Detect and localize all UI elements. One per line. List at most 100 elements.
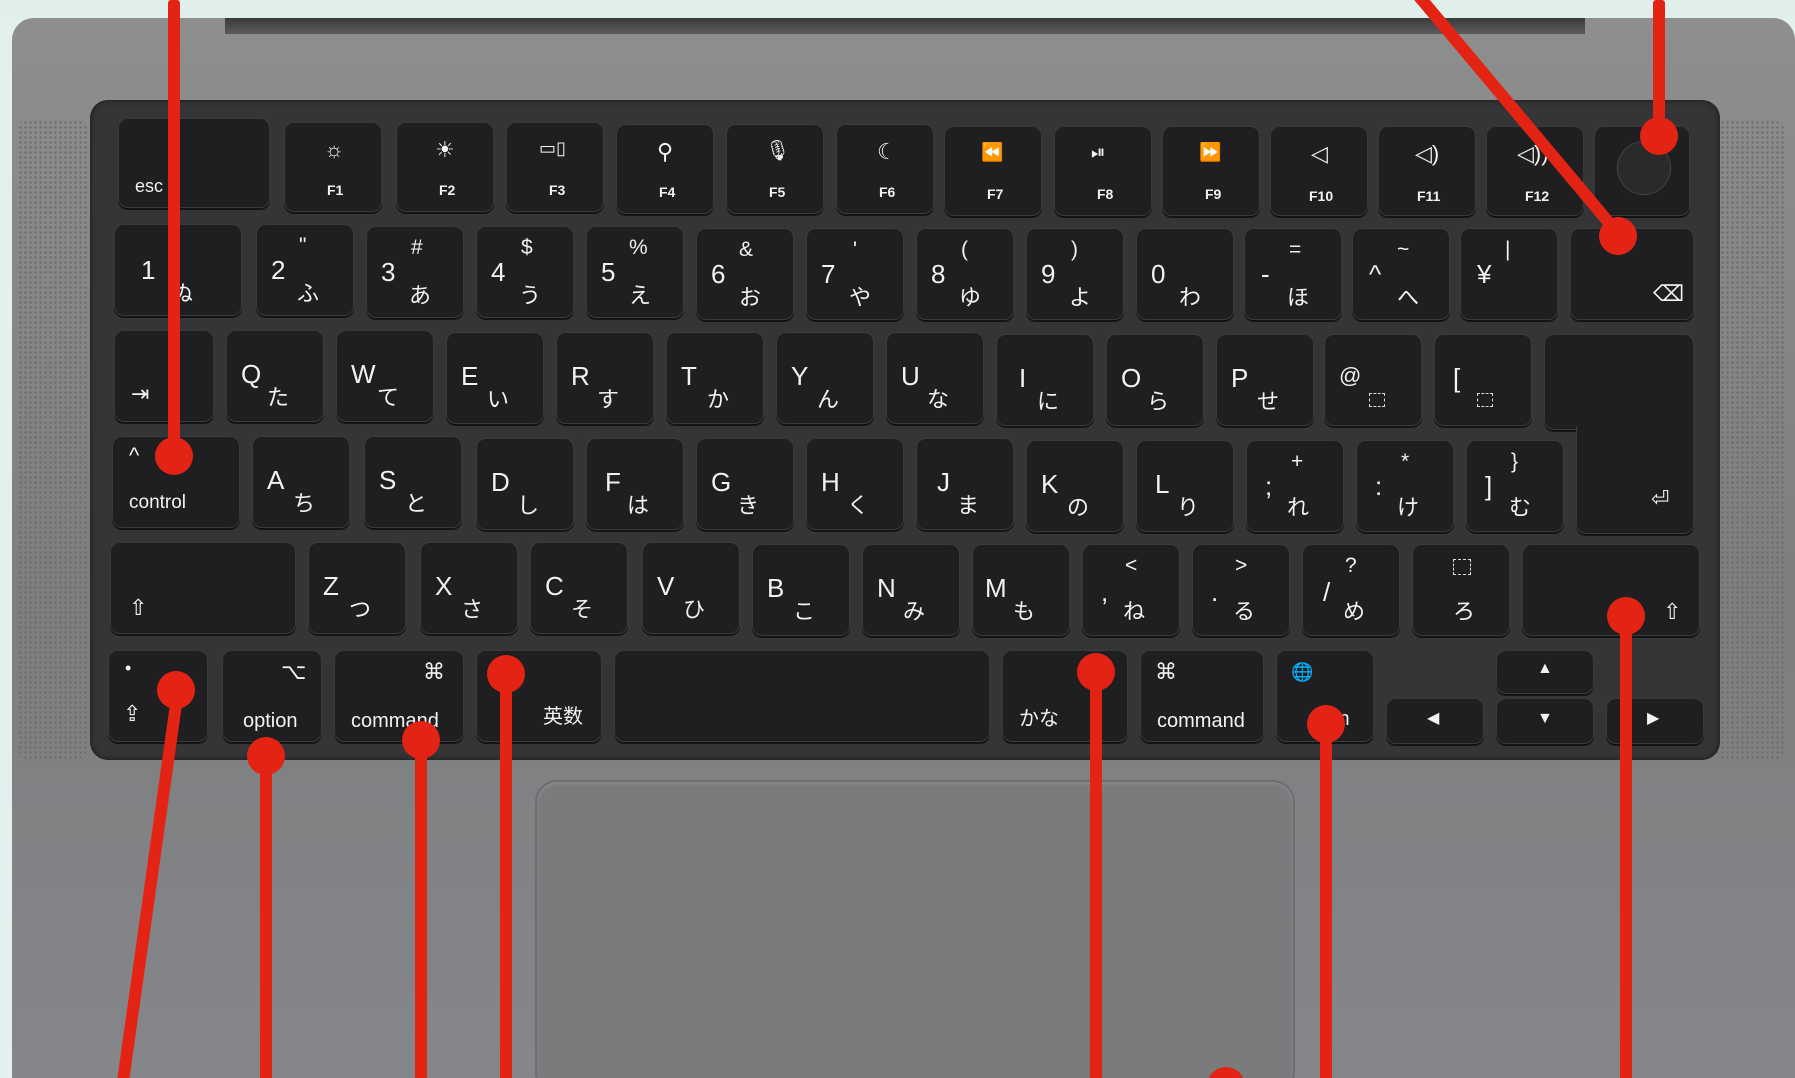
key-at[interactable]: @ [1324, 334, 1422, 426]
key-label: J [937, 467, 950, 497]
key-label: V [657, 571, 675, 601]
fast-forward-icon: ⏩ [1199, 142, 1222, 162]
key-esc[interactable]: esc [118, 118, 270, 208]
key-f9[interactable]: ⏩ F9 [1162, 126, 1260, 216]
key-slash[interactable]: ? / め [1302, 544, 1400, 636]
key-kana: わ [1179, 285, 1202, 310]
key-7[interactable]: ' 7 や [806, 228, 904, 320]
key-5[interactable]: % 5 え [586, 226, 684, 318]
key-i[interactable]: Iに [996, 334, 1094, 426]
key-label: O [1121, 363, 1142, 393]
annotation-dot-delete [1599, 217, 1637, 255]
key-arrow-down[interactable]: ▼ [1496, 698, 1594, 744]
key-ro[interactable]: ろ [1412, 544, 1510, 636]
key-kana: そ [571, 597, 594, 622]
key-a[interactable]: Aち [252, 436, 350, 528]
key-0[interactable]: 0わ [1136, 228, 1234, 320]
key-command-right[interactable]: ⌘ command [1140, 650, 1264, 742]
key-j[interactable]: Jま [916, 438, 1014, 530]
key-m[interactable]: Mも [972, 544, 1070, 636]
key-tab[interactable]: ⇥ [114, 330, 214, 422]
key-kana: り [1177, 495, 1200, 520]
key-return-upper[interactable] [1544, 334, 1694, 430]
key-f[interactable]: Fは [586, 438, 684, 530]
key-f4[interactable]: ⚲ F4 [616, 124, 714, 214]
key-return[interactable]: ⏎ [1576, 426, 1694, 534]
key-kana: は [627, 493, 650, 518]
key-bracket-open[interactable]: [ [1434, 334, 1532, 426]
key-arrow-left[interactable]: ◀ [1386, 698, 1484, 744]
globe-icon: 🌐 [1291, 662, 1314, 682]
key-f7[interactable]: ⏪ F7 [944, 126, 1042, 216]
key-s[interactable]: Sと [364, 436, 462, 528]
key-yen[interactable]: | ¥ [1460, 228, 1558, 320]
key-d[interactable]: Dし [476, 438, 574, 530]
key-p[interactable]: Pせ [1216, 334, 1314, 426]
key-2[interactable]: " 2 ふ [256, 224, 354, 316]
key-9[interactable]: ) 9 よ [1026, 228, 1124, 320]
key-e[interactable]: Eい [446, 332, 544, 424]
key-3[interactable]: #3 あ [366, 226, 464, 318]
key-kana: け [1397, 495, 1420, 520]
key-option[interactable]: ⌥ option [222, 650, 322, 742]
key-label: C [545, 571, 564, 601]
key-t[interactable]: Tか [666, 332, 764, 424]
key-4[interactable]: $4 う [476, 226, 574, 318]
key-label: W [351, 359, 376, 389]
key-8[interactable]: (8 ゆ [916, 228, 1014, 320]
key-label: 英数 [543, 706, 583, 728]
key-bracket-close[interactable]: }] む [1466, 440, 1564, 532]
key-q[interactable]: Qた [226, 330, 324, 422]
key-colon[interactable]: *: け [1356, 440, 1454, 532]
key-f2[interactable]: ☀ F2 [396, 122, 494, 212]
key-label: - [1261, 259, 1270, 289]
key-f5[interactable]: 🎙 F5 [726, 124, 824, 214]
key-label: H [821, 467, 840, 497]
key-c[interactable]: Cそ [530, 542, 628, 634]
key-k[interactable]: Kの [1026, 440, 1124, 532]
brightness-down-icon: ☼ [324, 137, 345, 162]
key-y[interactable]: Yん [776, 332, 874, 424]
key-x[interactable]: Xさ [420, 542, 518, 634]
key-v[interactable]: Vひ [642, 542, 740, 634]
key-6[interactable]: & 6 お [696, 228, 794, 320]
key-minus[interactable]: = - ほ [1244, 228, 1342, 320]
key-kana: ん [817, 387, 840, 412]
key-label: F5 [769, 184, 786, 200]
key-r[interactable]: Rす [556, 332, 654, 424]
key-label: 4 [491, 257, 506, 287]
speaker-grille-left [18, 120, 88, 760]
key-label: B [767, 573, 785, 603]
key-l[interactable]: Lり [1136, 440, 1234, 532]
key-label: F1 [327, 182, 344, 198]
key-caret[interactable]: ~ ^ へ [1352, 228, 1450, 320]
key-label: D [491, 467, 510, 497]
key-period[interactable]: >. る [1192, 544, 1290, 636]
key-w[interactable]: Wて [336, 330, 434, 422]
key-f3[interactable]: ▭▯ F3 [506, 122, 604, 212]
key-b[interactable]: Bこ [752, 544, 850, 636]
key-command-left[interactable]: ⌘ command [334, 650, 464, 742]
key-semicolon[interactable]: +; れ [1246, 440, 1344, 532]
key-f10[interactable]: ◁ F10 [1270, 126, 1368, 216]
key-kana: い [487, 387, 510, 412]
key-f11[interactable]: ◁) F11 [1378, 126, 1476, 216]
key-h[interactable]: Hく [806, 438, 904, 530]
key-o[interactable]: Oら [1106, 334, 1204, 426]
key-z[interactable]: Zつ [308, 542, 406, 634]
key-label: [ [1453, 363, 1461, 393]
key-f6[interactable]: ☾ F6 [836, 124, 934, 214]
key-label: M [985, 573, 1007, 603]
key-space[interactable] [614, 650, 990, 742]
key-comma[interactable]: <, ね [1082, 544, 1180, 636]
key-f1[interactable]: ☼ F1 [284, 122, 382, 212]
key-g[interactable]: Gき [696, 438, 794, 530]
key-f8[interactable]: ⏯ F8 [1054, 126, 1152, 216]
key-kana: や [849, 285, 872, 310]
key-arrow-up[interactable]: ▲ [1496, 650, 1594, 694]
trackpad[interactable] [535, 780, 1295, 1078]
key-u[interactable]: Uな [886, 332, 984, 424]
key-shift-left[interactable]: ⇧ [110, 542, 296, 634]
key-kana: え [629, 283, 652, 308]
key-n[interactable]: Nみ [862, 544, 960, 636]
